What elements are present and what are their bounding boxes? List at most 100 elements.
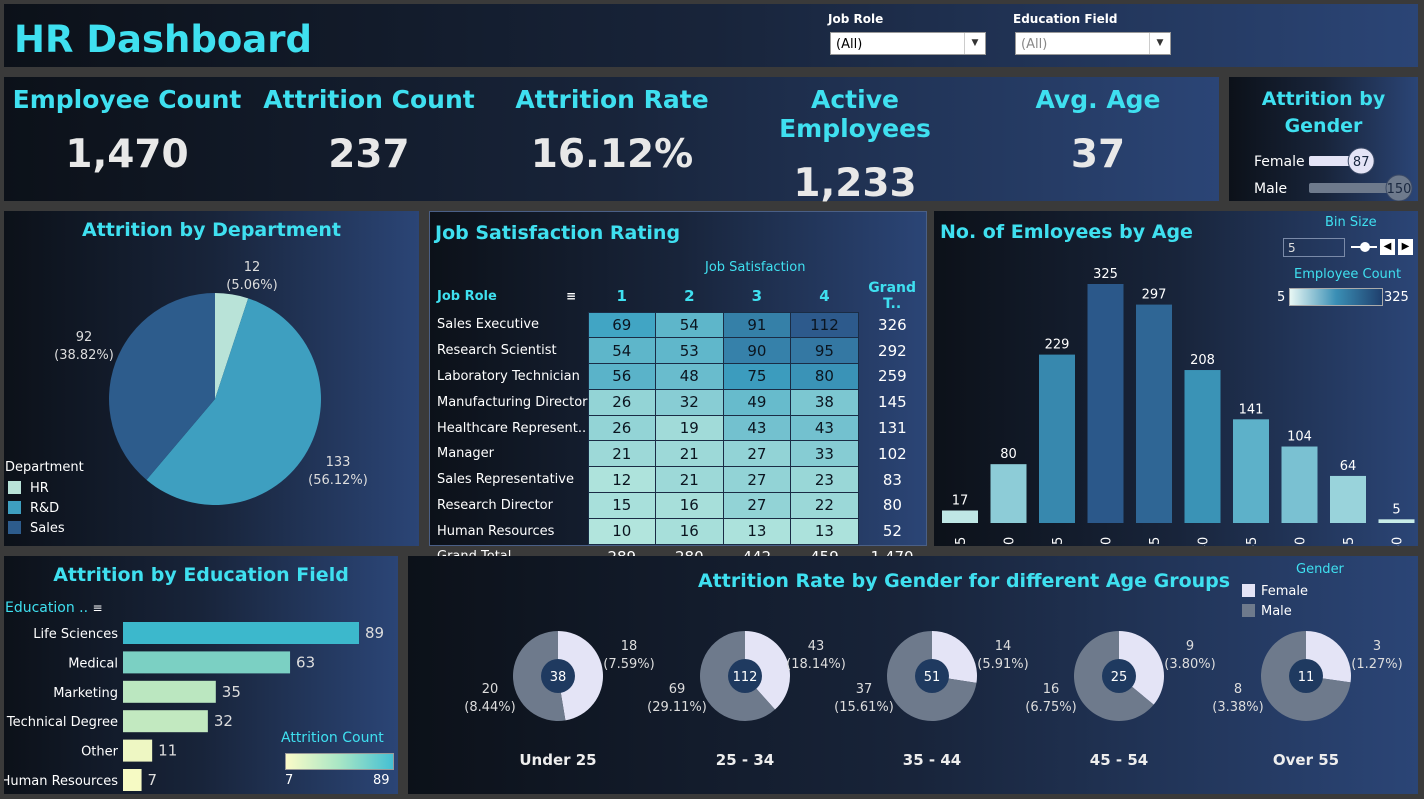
- education-bar: [123, 739, 153, 762]
- row-total: 80: [882, 496, 902, 515]
- category-label: Other: [81, 745, 119, 760]
- female-value-label: 18: [621, 639, 638, 654]
- male-value-label: 16: [1043, 682, 1060, 697]
- education-field-dropdown[interactable]: (All) ▼: [1015, 32, 1171, 55]
- chevron-down-icon[interactable]: ▼: [964, 33, 985, 54]
- row-total: 259: [878, 367, 907, 386]
- attrition-count-gradient: [285, 753, 394, 770]
- legend-min: 7: [285, 773, 294, 788]
- legend-label: R&D: [30, 501, 60, 516]
- department-pie-chart: 12 (5.06%) 133 (56.12%) 92 (38.82%): [54, 260, 368, 505]
- age-group-panel: Attrition Rate by Gender for different A…: [408, 556, 1418, 794]
- male-value-label: 37: [856, 682, 873, 697]
- education-field-filter-label: Education Field: [1013, 12, 1118, 26]
- heat-cell: 15: [587, 492, 657, 519]
- male-value-label: 20: [482, 682, 499, 697]
- age-bar: [1378, 519, 1415, 523]
- table-row: Sales Executive 69 54 91 112 326: [434, 311, 926, 339]
- job-role-dropdown[interactable]: (All) ▼: [830, 32, 986, 55]
- female-value-label: 3: [1373, 639, 1381, 654]
- female-pct-label: (5.91%): [977, 657, 1028, 672]
- legend-item[interactable]: HR: [8, 479, 65, 499]
- job-satisfaction-column-group: Job Satisfaction: [705, 260, 806, 275]
- sort-icon[interactable]: ≡: [566, 289, 576, 303]
- kpi-value: 1,470: [65, 132, 189, 177]
- heat-cell: 16: [655, 492, 724, 519]
- donut-total: 112: [733, 670, 758, 685]
- donut-total: 51: [924, 670, 941, 685]
- pie-pct-label: (56.12%): [308, 473, 368, 488]
- kpi-attrition-rate: Attrition Rate 16.12%: [492, 85, 732, 177]
- heat-cell: 95: [790, 337, 859, 365]
- heat-cell: 91: [722, 311, 792, 339]
- table-row: Human Resources 10 16 13 13 52: [434, 517, 926, 545]
- department-panel: Attrition by Department 12 (5.06%) 133 (56.…: [4, 211, 419, 546]
- department-legend-title: Department: [5, 460, 84, 475]
- row-total: 131: [878, 419, 907, 438]
- x-tick-label: 45: [1245, 537, 1260, 546]
- age-bar: [1087, 284, 1124, 523]
- table-row: Manager 21 21 27 33 102: [434, 440, 926, 468]
- heat-cell: 75: [722, 363, 792, 390]
- heat-cell: 69: [587, 311, 657, 339]
- education-field-dropdown-value: (All): [1021, 37, 1048, 52]
- age-bar: [1330, 475, 1366, 523]
- age-group-label: 35 - 44: [903, 751, 961, 769]
- pie-pct-label: (38.82%): [54, 348, 114, 363]
- female-pct-label: (3.80%): [1164, 657, 1215, 672]
- gender-label: Female: [1254, 154, 1305, 170]
- x-tick-label: 40: [1197, 537, 1212, 546]
- legend-item[interactable]: R&D: [8, 499, 65, 519]
- heat-cell: 13: [722, 517, 792, 545]
- row-total: 102: [878, 444, 907, 463]
- pie-value-label: 12: [244, 260, 261, 275]
- pie-pct-label: (5.06%): [226, 278, 277, 293]
- heat-cell: 26: [587, 414, 657, 442]
- bar-value-label: 64: [1340, 459, 1357, 474]
- legend-item[interactable]: Sales: [8, 519, 65, 539]
- age-bar: [1136, 304, 1172, 523]
- kpi-value: 237: [328, 132, 410, 177]
- heat-cell: 112: [790, 311, 859, 339]
- kpi-value: 16.12%: [530, 132, 694, 177]
- heat-cell: 56: [587, 363, 657, 390]
- column-header: Grand T..: [868, 280, 917, 312]
- kpi-attrition-count: Attrition Count 237: [249, 85, 489, 177]
- age-panel: No. of Emloyees by Age Bin Size 5 ◀ ▶ Em…: [934, 211, 1418, 546]
- x-tick-label: 55: [1342, 537, 1357, 546]
- row-label: Healthcare Represent..: [437, 420, 587, 436]
- heat-cell: 21: [587, 440, 657, 468]
- chevron-down-icon[interactable]: ▼: [1149, 33, 1170, 54]
- heat-cell: 38: [790, 388, 859, 416]
- x-tick-label: 20: [1003, 537, 1018, 546]
- education-panel: Attrition by Education Field Education .…: [4, 556, 398, 794]
- bar-value-label: 11: [158, 742, 177, 760]
- job-role-filter-label: Job Role: [828, 12, 884, 26]
- heat-cell: 32: [655, 388, 724, 416]
- age-bar: [990, 464, 1027, 523]
- kpi-label: Employee Count: [12, 85, 242, 114]
- heat-cell: 13: [790, 517, 859, 545]
- heat-cell: 80: [790, 363, 859, 390]
- bar-value-label: 32: [214, 712, 233, 730]
- job-role-dropdown-value: (All): [836, 37, 863, 52]
- kpi-label: Attrition Rate: [515, 85, 709, 114]
- age-group-label: Under 25: [519, 751, 596, 769]
- male-pct-label: (29.11%): [647, 700, 707, 715]
- attrition-count-legend-title: Attrition Count: [281, 730, 384, 746]
- male-pct-label: (8.44%): [464, 700, 515, 715]
- table-row: Manufacturing Director 26 32 49 38 145: [434, 388, 926, 416]
- heat-cell: 33: [790, 440, 859, 468]
- category-label: Life Sciences: [33, 627, 118, 642]
- age-group-label: 25 - 34: [716, 751, 774, 769]
- bar-value-label: 141: [1239, 402, 1264, 417]
- column-header: 1: [616, 286, 627, 305]
- table-row: Healthcare Represent.. 26 19 43 43 131: [434, 414, 926, 442]
- bar-value-label: 208: [1190, 353, 1215, 368]
- row-total: 326: [878, 315, 907, 334]
- heat-cell: 43: [722, 414, 792, 442]
- female-pct-label: (1.27%): [1351, 657, 1402, 672]
- legend-swatch: [8, 501, 21, 514]
- age-bar: [1233, 419, 1269, 523]
- bar-value-label: 35: [222, 683, 241, 701]
